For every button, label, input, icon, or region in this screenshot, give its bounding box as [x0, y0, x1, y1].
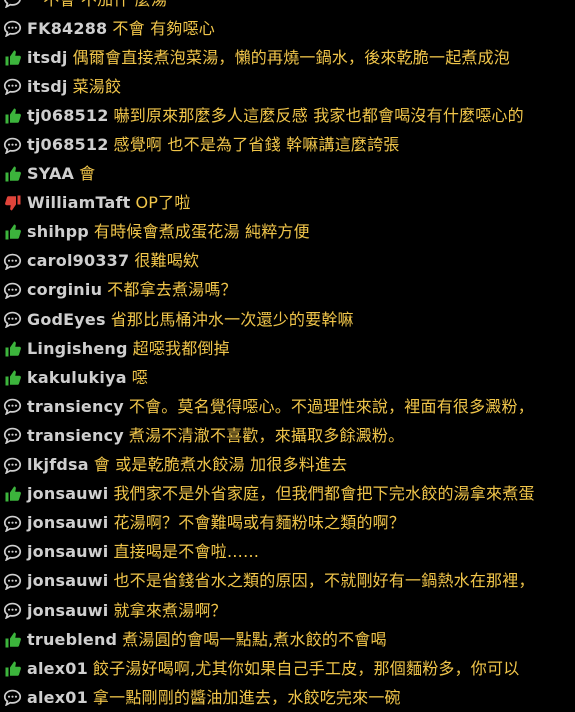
comment-text: 不會。莫名覺得噁心。不過理性來說，裡面有很多澱粉， — [128, 396, 534, 416]
comment-user[interactable]: transiency — [27, 426, 124, 446]
comment-user[interactable]: tj068512 — [27, 106, 109, 126]
comment-text: 有時候會煮成蛋花湯 純粹方便 — [93, 222, 310, 242]
comment-user[interactable]: jonsauwi — [27, 484, 108, 504]
comment-text: 很難喝欸 — [134, 251, 200, 271]
comment-text: 花湯啊？不會難喝或有麵粉味之類的啊？ — [113, 513, 406, 533]
comment-text: 煮湯圓的會喝一點點,煮水餃的不會喝 — [122, 629, 387, 649]
comment-text: 也不是省錢省水之類的原因，不就剛好有一鍋熱水在那裡， — [113, 571, 535, 591]
thumbs-up-icon — [2, 106, 23, 126]
comment-user[interactable]: jonsauwi — [27, 601, 108, 621]
comment-user[interactable]: SYAA — [27, 164, 74, 184]
comment-user[interactable]: tj068512 — [27, 135, 109, 155]
comment-row: jonsauwi 直接喝是不會啦…… — [0, 538, 575, 567]
comment-user[interactable]: Lingisheng — [27, 339, 128, 359]
comment-row: FK84288 不會 有夠噁心 — [0, 14, 575, 43]
thumbs-up-icon — [2, 368, 23, 388]
comment-icon — [2, 542, 23, 562]
comment-row: jonsauwi 就拿來煮湯啊？ — [0, 596, 575, 625]
comment-user[interactable]: FK84288 — [27, 19, 107, 39]
comment-user[interactable]: jonsauwi — [27, 513, 108, 533]
comment-text: 煮湯不清澈不喜歡，來攝取多餘澱粉。 — [128, 425, 405, 445]
comment-text: 感覺啊 也不是為了省錢 幹嘛講這麼誇張 — [113, 135, 400, 155]
comment-text: 省那比馬桶沖水一次還少的要幹嘛 — [110, 309, 354, 329]
comment-user[interactable]: transiency — [27, 397, 124, 417]
comment-row: lkjfdsa 會 或是乾脆煮水餃湯 加很多料進去 — [0, 451, 575, 480]
comment-text: OP了啦 — [135, 193, 191, 213]
comment-user[interactable]: jonsauwi — [27, 542, 108, 562]
comment-row: carol90337 很難喝欸 — [0, 247, 575, 276]
comment-icon — [2, 397, 23, 417]
comment-row: shihpp 有時候會煮成蛋花湯 純粹方便 — [0, 218, 575, 247]
comment-user[interactable]: itsdj — [27, 77, 68, 97]
thumbs-up-icon — [2, 484, 23, 504]
comment-text: 噁 — [131, 367, 148, 387]
comment-icon — [2, 19, 23, 39]
comment-text: 不都拿去煮湯嗎？ — [107, 280, 237, 300]
thumbs-up-icon — [2, 222, 23, 242]
comment-icon — [2, 135, 23, 155]
thumbs-up-icon — [2, 164, 23, 184]
comment-user[interactable]: trueblend — [27, 630, 117, 650]
comment-text: 餃子湯好喝啊,尤其你如果自己手工皮，那個麵粉多，你可以 — [92, 658, 520, 678]
comment-row: WilliamTaft OP了啦 — [0, 189, 575, 218]
comment-icon — [2, 251, 23, 271]
comment-text: 偶爾會直接煮泡菜湯，懶的再燒一鍋水，後來乾脆一起煮成泡 — [72, 47, 510, 67]
comment-row: jonsauwi 花湯啊？不會難喝或有麵粉味之類的啊？ — [0, 509, 575, 538]
comment-icon — [2, 513, 23, 533]
comment-row: corginiu 不都拿去煮湯嗎？ — [0, 276, 575, 305]
thumbs-down-icon — [2, 193, 23, 213]
comment-user[interactable]: kakulukiya — [27, 368, 127, 388]
comment-user[interactable]: carol90337 — [27, 251, 129, 271]
comment-user[interactable]: itsdj — [27, 48, 68, 68]
comment-row: itsdj 菜湯餃 — [0, 72, 575, 101]
comment-icon — [2, 280, 23, 300]
thumbs-up-icon — [2, 659, 23, 679]
comment-icon — [2, 455, 23, 475]
comment-list: 一不會 不加什 麼湯FK84288不會 有夠噁心itsdj偶爾會直接煮泡菜湯，懶… — [0, 0, 575, 712]
comment-row: jonsauwi 我們家不是外省家庭，但我們都會把下完水餃的湯拿來煮蛋 — [0, 480, 575, 509]
thumbs-up-icon — [2, 48, 23, 68]
comment-text: 菜湯餃 — [72, 76, 122, 96]
comment-text: 嚇到原來那麼多人這麼反感 我家也都會喝沒有什麼噁心的 — [113, 105, 524, 125]
comment-row: GodEyes 省那比馬桶沖水一次還少的要幹嘛 — [0, 305, 575, 334]
comment-icon — [2, 601, 23, 621]
thumbs-up-icon — [2, 339, 23, 359]
comment-icon — [2, 571, 23, 591]
comment-text: 不會 有夠噁心 — [112, 18, 215, 38]
comment-row: jonsauwi 也不是省錢省水之類的原因，不就剛好有一鍋熱水在那裡， — [0, 567, 575, 596]
comment-text: 直接喝是不會啦…… — [113, 542, 260, 562]
comment-row: trueblend 煮湯圓的會喝一點點,煮水餃的不會喝 — [0, 625, 575, 654]
comment-row: transiency 煮湯不清澈不喜歡，來攝取多餘澱粉。 — [0, 421, 575, 450]
comment-row: transiency 不會。莫名覺得噁心。不過理性來說，裡面有很多澱粉， — [0, 392, 575, 421]
comment-row: tj068512 感覺啊 也不是為了省錢 幹嘛講這麼誇張 — [0, 130, 575, 159]
comment-row: alex01 餃子湯好喝啊,尤其你如果自己手工皮，那個麵粉多，你可以 — [0, 654, 575, 683]
comment-user[interactable]: WilliamTaft — [27, 193, 131, 213]
comment-user[interactable]: alex01 — [27, 659, 88, 679]
comment-icon — [2, 0, 23, 10]
comment-icon — [2, 310, 23, 330]
comment-row: itsdj 偶爾會直接煮泡菜湯，懶的再燒一鍋水，後來乾脆一起煮成泡 — [0, 43, 575, 72]
comment-icon — [2, 426, 23, 446]
comment-user[interactable]: corginiu — [27, 280, 102, 300]
comment-user[interactable]: lkjfdsa — [27, 455, 89, 475]
comment-text: 會 或是乾脆煮水餃湯 加很多料進去 — [93, 455, 348, 475]
comment-text: 超噁我都倒掉 — [132, 338, 230, 358]
comment-row: kakulukiya 噁 — [0, 363, 575, 392]
comment-row: alex01 拿一點剛剛的醬油加進去，水餃吃完來一碗 — [0, 683, 575, 712]
comment-user[interactable]: jonsauwi — [27, 571, 108, 591]
comment-text: 就拿來煮湯啊？ — [113, 600, 227, 620]
comment-row: 一不會 不加什 麼湯 — [0, 0, 575, 14]
comment-text: 會 — [79, 164, 96, 184]
comment-row: SYAA 會 — [0, 160, 575, 189]
comment-row: Lingisheng 超噁我都倒掉 — [0, 334, 575, 363]
comment-text: 一不會 不加什 麼湯 — [27, 0, 167, 10]
comment-user[interactable]: GodEyes — [27, 310, 106, 330]
comment-text: 我們家不是外省家庭，但我們都會把下完水餃的湯拿來煮蛋 — [113, 484, 535, 504]
thumbs-up-icon — [2, 630, 23, 650]
comment-icon — [2, 77, 23, 97]
comment-row: tj068512 嚇到原來那麼多人這麼反感 我家也都會喝沒有什麼噁心的 — [0, 101, 575, 130]
comment-user[interactable]: shihpp — [27, 222, 89, 242]
